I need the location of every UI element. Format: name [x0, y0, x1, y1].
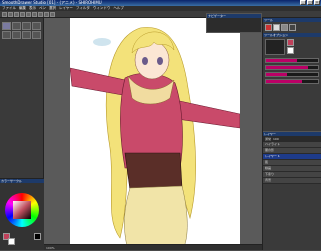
blend-mode-select[interactable]: 通常: [265, 137, 271, 141]
maximize-button[interactable]: □: [307, 0, 313, 5]
saturation-value-square[interactable]: [13, 201, 31, 219]
move-tool-icon[interactable]: [22, 31, 31, 39]
save-icon[interactable]: [14, 12, 19, 17]
preset-red-pen-icon[interactable]: [265, 24, 272, 31]
brush-preview-row: [263, 37, 321, 57]
fill-tool-icon[interactable]: [2, 31, 11, 39]
open-file-icon[interactable]: [8, 12, 13, 17]
window-title: SmoothDrawer Studio [01] - (アニメ) - SHIRO…: [2, 0, 102, 5]
left-eye: [142, 57, 148, 65]
redo-icon[interactable]: [26, 12, 31, 17]
tool-grid: [2, 22, 42, 39]
brush-preview: [265, 39, 285, 55]
transparent-color-swatch[interactable]: [34, 233, 41, 240]
eyedropper-tool-icon[interactable]: [32, 31, 41, 39]
brush-tool-icon[interactable]: [22, 22, 31, 30]
preset-white-pen-icon[interactable]: [273, 24, 280, 31]
brush-size-slider[interactable]: [265, 58, 319, 63]
zoom-out-icon[interactable]: [38, 12, 43, 17]
corset: [124, 152, 183, 191]
brush-density-slider[interactable]: [265, 79, 319, 84]
new-file-icon[interactable]: [2, 12, 7, 17]
illustration: [70, 27, 240, 250]
undo-icon[interactable]: [20, 12, 25, 17]
brush-color-swatch[interactable]: [287, 39, 294, 46]
zoom-level: 100%: [46, 246, 55, 250]
preset-gray-pen-icon[interactable]: [281, 24, 288, 31]
right-panel: ツール ツールオプション レイヤー 通常 100 ハイライト 服の影 レイヤー …: [262, 18, 321, 250]
brush-opacity-slider[interactable]: [265, 65, 319, 70]
color-panel-title: カラーサークル: [0, 179, 44, 183]
layer-opacity-value[interactable]: 100: [273, 137, 279, 141]
pen-tool-icon[interactable]: [2, 22, 11, 30]
flip-icon[interactable]: [50, 12, 55, 17]
eraser-tool-icon[interactable]: [32, 22, 41, 30]
layer-item[interactable]: 背景: [263, 178, 321, 184]
sub-color-swatch[interactable]: [8, 238, 15, 245]
right-eye: [157, 57, 163, 65]
preset-dark-pen-icon[interactable]: [289, 24, 296, 31]
brush-hardness-slider[interactable]: [265, 72, 319, 77]
select-tool-icon[interactable]: [12, 31, 21, 39]
status-bar: 100%: [44, 244, 262, 250]
brush-alt-swatch[interactable]: [287, 47, 294, 54]
background-shape: [93, 38, 111, 46]
pencil-tool-icon[interactable]: [12, 22, 21, 30]
navigator-panel: ナビゲーター: [206, 13, 262, 33]
minimize-button[interactable]: _: [300, 0, 306, 5]
skirt: [124, 185, 188, 250]
zoom-in-icon[interactable]: [32, 12, 37, 17]
close-button[interactable]: ×: [314, 0, 320, 5]
command-toolbar: [0, 11, 321, 18]
navigator-title: ナビゲーター: [207, 14, 261, 18]
rotate-icon[interactable]: [44, 12, 49, 17]
drawing-canvas[interactable]: [70, 18, 240, 250]
layer-panel: レイヤー 通常 100 ハイライト 服の影 レイヤー 1 肌 線画 下塗り 背景: [263, 131, 321, 184]
brush-sliders: [263, 57, 321, 85]
tool-presets: [263, 22, 321, 33]
